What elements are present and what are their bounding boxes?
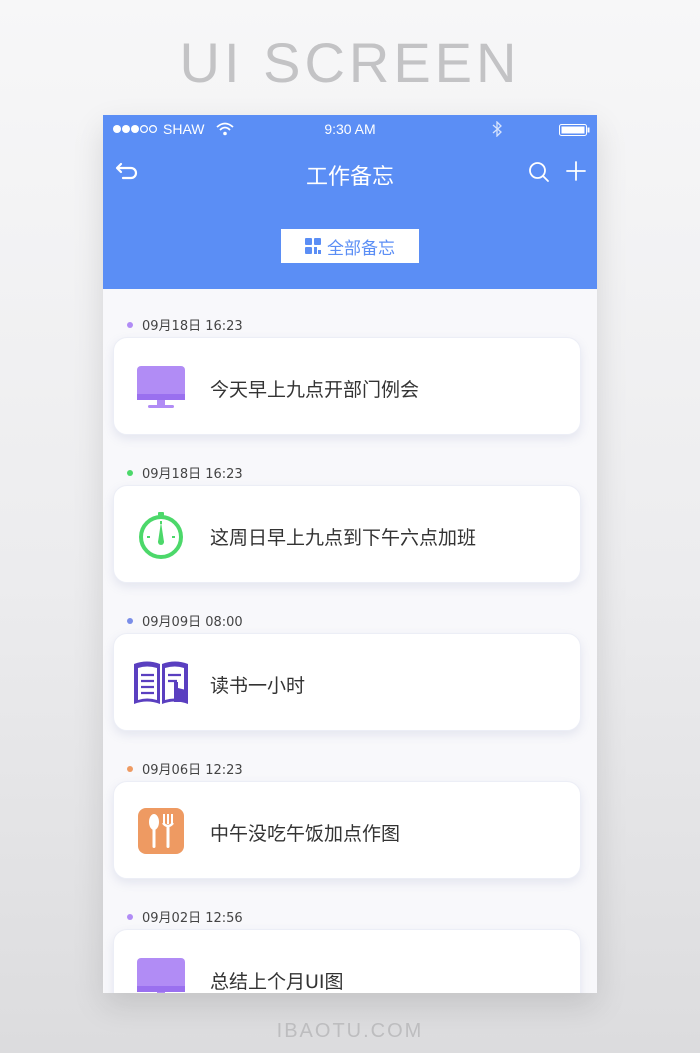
- memo-date-text: 09月18日 16:23: [142, 467, 243, 482]
- timeline-dot: [127, 913, 133, 920]
- status-bar: SHAW 9:30 AM: [103, 115, 597, 143]
- memo-card[interactable]: 这周日早上九点到下午六点加班: [113, 485, 581, 583]
- monitor-icon: [137, 366, 185, 408]
- memo-date: 09月18日 16:23: [127, 315, 243, 334]
- page-footer: IBAOTU.COM: [276, 1020, 424, 1042]
- battery-icon: [559, 124, 590, 136]
- page-title: 工作备忘: [305, 165, 394, 190]
- memo-card[interactable]: 中午没吃午饭加点作图: [113, 781, 581, 879]
- book-icon: [134, 661, 188, 704]
- timeline-dot: [127, 321, 133, 328]
- memo-card[interactable]: 总结上个月UI图: [113, 929, 581, 993]
- all-memos-label: 全部备忘: [327, 238, 395, 259]
- memo-item: 09月06日 12:23 中午没吃午饭加点作图: [103, 733, 597, 881]
- memo-item: 09月18日 16:23 今天早上九点开部门例会: [103, 289, 597, 437]
- memo-date: 09月06日 12:23: [127, 759, 243, 778]
- nav-bar: 工作备忘: [103, 155, 597, 191]
- memo-date-text: 09月06日 12:23: [142, 763, 243, 778]
- phone-screen: SHAW 9:30 AM 工作备忘 全部备忘 09月18日 16:23 今天早上…: [103, 115, 597, 993]
- memo-text: 读书一小时: [210, 675, 306, 697]
- timeline-dot: [127, 617, 133, 624]
- stopwatch-icon: [139, 512, 183, 559]
- memo-text: 中午没吃午饭加点作图: [210, 823, 401, 845]
- memo-date-text: 09月18日 16:23: [142, 319, 243, 334]
- memo-item: 09月02日 12:56 总结上个月UI图: [103, 881, 597, 993]
- memo-text: 今天早上九点开部门例会: [210, 379, 420, 401]
- status-time: 9:30 AM: [324, 121, 376, 137]
- memo-date-text: 09月09日 08:00: [142, 615, 243, 630]
- monitor-icon: [137, 958, 185, 993]
- plus-icon[interactable]: [565, 160, 587, 182]
- header: SHAW 9:30 AM 工作备忘 全部备忘: [103, 115, 597, 289]
- memo-item: 09月18日 16:23 这周日早上九点到下午六点加班: [103, 437, 597, 585]
- memo-card[interactable]: 今天早上九点开部门例会: [113, 337, 581, 435]
- memo-date-text: 09月02日 12:56: [142, 911, 243, 926]
- timeline-dot: [127, 469, 133, 476]
- memo-text: 总结上个月UI图: [210, 971, 344, 993]
- memo-text: 这周日早上九点到下午六点加班: [210, 527, 477, 549]
- search-icon[interactable]: [528, 161, 550, 183]
- timeline-dot: [127, 765, 133, 772]
- memo-card[interactable]: 读书一小时: [113, 633, 581, 731]
- page-heading: UI SCREEN: [179, 31, 521, 94]
- grid-icon: [305, 238, 321, 254]
- memo-date: 09月18日 16:23: [127, 463, 243, 482]
- all-memos-button[interactable]: 全部备忘: [281, 229, 419, 263]
- memo-item: 09月09日 08:00 读书一小时: [103, 585, 597, 733]
- memo-date: 09月02日 12:56: [127, 907, 243, 926]
- utensils-icon: [138, 808, 184, 854]
- bluetooth-icon: [492, 121, 502, 137]
- memo-date: 09月09日 08:00: [127, 611, 243, 630]
